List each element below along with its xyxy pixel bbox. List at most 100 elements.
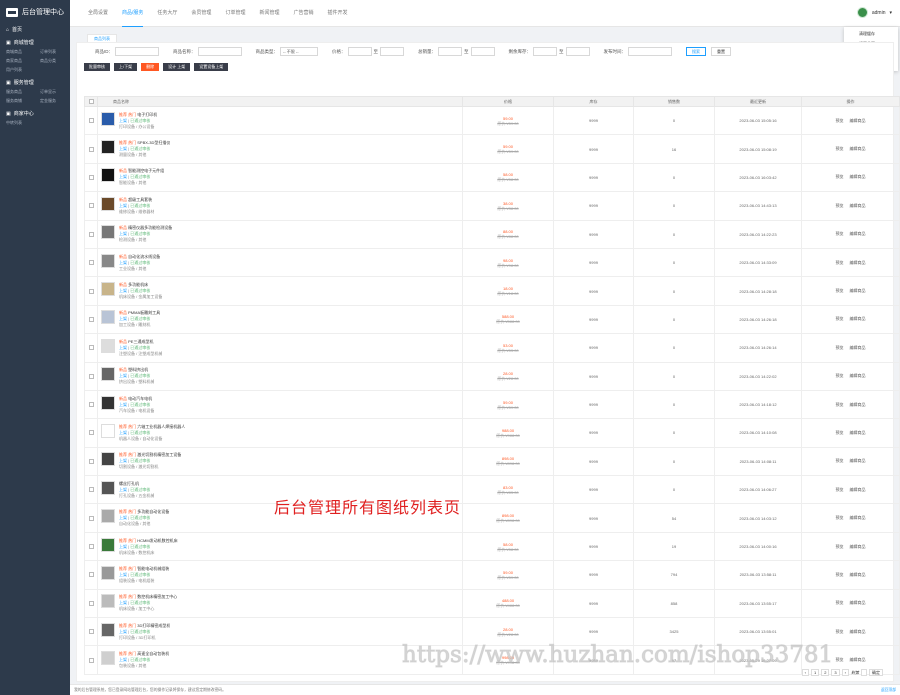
date-input[interactable]: [628, 47, 672, 56]
edit-product-link[interactable]: 编辑商品: [850, 515, 866, 520]
product-thumbnail[interactable]: [101, 395, 115, 410]
preview-link[interactable]: 预览: [836, 316, 844, 321]
row-checkbox[interactable]: [88, 203, 94, 209]
edit-product-link[interactable]: 编辑商品: [850, 174, 866, 179]
sidebar-item[interactable]: 订单列表: [40, 49, 74, 55]
row-checkbox[interactable]: [88, 458, 94, 464]
edit-product-link[interactable]: 编辑商品: [850, 146, 866, 151]
edit-product-link[interactable]: 编辑商品: [850, 373, 866, 378]
action-button[interactable]: 删除: [141, 62, 160, 71]
product-title[interactable]: 超级工具套装: [128, 197, 152, 202]
action-button[interactable]: 设置设备上架: [194, 62, 229, 71]
edit-product-link[interactable]: 编辑商品: [850, 231, 866, 236]
product-title[interactable]: 激光切割机精密加工设备: [137, 452, 181, 457]
sidebar-item[interactable]: 用户列表: [6, 67, 40, 73]
product-title[interactable]: 多功能自动化设备: [137, 509, 169, 514]
preview-link[interactable]: 预览: [836, 231, 844, 236]
preview-link[interactable]: 预览: [836, 544, 844, 549]
row-checkbox[interactable]: [88, 174, 94, 180]
product-thumbnail[interactable]: [101, 480, 115, 495]
product-thumbnail[interactable]: [101, 537, 115, 552]
preview-link[interactable]: 预览: [836, 572, 844, 577]
back-to-top-link[interactable]: 返回顶部: [881, 688, 896, 693]
product-thumbnail[interactable]: [101, 423, 115, 438]
row-checkbox[interactable]: [88, 629, 94, 635]
sidebar-item-home[interactable]: ⌂ 首页: [0, 24, 70, 35]
product-thumbnail[interactable]: [101, 282, 115, 297]
product-title[interactable]: 高速全自动包装机: [137, 651, 169, 656]
edit-product-link[interactable]: 编辑商品: [850, 345, 866, 350]
preview-link[interactable]: 预览: [836, 458, 844, 463]
preview-link[interactable]: 预览: [836, 402, 844, 407]
product-title[interactable]: 多功能机床: [128, 282, 148, 287]
preview-link[interactable]: 预览: [836, 174, 844, 179]
row-checkbox[interactable]: [88, 373, 94, 379]
preview-link[interactable]: 预览: [836, 345, 844, 350]
row-checkbox[interactable]: [88, 600, 94, 606]
price-max-input[interactable]: [380, 47, 404, 56]
reset-button[interactable]: 重置: [711, 47, 731, 56]
search-button[interactable]: 搜索: [686, 47, 706, 56]
confirm-page-button[interactable]: 确定: [869, 669, 883, 676]
row-checkbox[interactable]: [88, 118, 94, 124]
product-title[interactable]: 智能电动机械组装: [137, 566, 169, 571]
edit-product-link[interactable]: 编辑商品: [850, 118, 866, 123]
product-title[interactable]: 智能测控电子元件组: [128, 168, 164, 173]
product-type-select[interactable]: -- 不限 --: [280, 47, 318, 56]
edit-product-link[interactable]: 编辑商品: [850, 402, 866, 407]
product-title[interactable]: 螺丝打孔机: [119, 481, 139, 486]
page-number[interactable]: 2: [821, 669, 830, 676]
preview-link[interactable]: 预览: [836, 118, 844, 123]
product-title[interactable]: 数控机床精密加工中心: [137, 594, 177, 599]
top-nav-item[interactable]: 任务大厅: [157, 0, 177, 27]
edit-product-link[interactable]: 编辑商品: [850, 572, 866, 577]
edit-product-link[interactable]: 编辑商品: [850, 487, 866, 492]
product-title[interactable]: 自动化流水线设备: [128, 254, 160, 259]
preview-link[interactable]: 预览: [836, 629, 844, 634]
product-thumbnail[interactable]: [101, 310, 115, 325]
price-min-input[interactable]: [347, 47, 372, 56]
product-title[interactable]: 电动汽车电机: [128, 396, 152, 401]
row-checkbox[interactable]: [88, 260, 94, 266]
edit-product-link[interactable]: 编辑商品: [850, 458, 866, 463]
sidebar-item[interactable]: 中转列表: [6, 120, 40, 126]
preview-link[interactable]: 预览: [836, 657, 844, 662]
top-nav-item[interactable]: 会员管理: [191, 0, 211, 27]
sales-min-input[interactable]: [438, 47, 462, 56]
top-nav-item[interactable]: 商品/服务: [122, 0, 144, 27]
action-button[interactable]: 上/下架: [114, 62, 138, 71]
select-all-checkbox[interactable]: [88, 99, 94, 104]
product-thumbnail[interactable]: [101, 594, 115, 609]
app-logo[interactable]: 后台管理中心: [0, 0, 70, 24]
action-button[interactable]: 设计 上架: [163, 62, 191, 71]
stock-max-input[interactable]: [565, 47, 590, 56]
preview-link[interactable]: 预览: [836, 600, 844, 605]
product-title[interactable]: 3D打印精密成型机: [137, 623, 170, 628]
stock-min-input[interactable]: [533, 47, 557, 56]
product-title[interactable]: PMMA板雕刻工具: [128, 310, 160, 315]
preview-link[interactable]: 预览: [836, 487, 844, 492]
sidebar-group-title[interactable]: ▣ 商家中心: [0, 109, 70, 118]
preview-link[interactable]: 预览: [836, 430, 844, 435]
preview-link[interactable]: 预览: [836, 260, 844, 265]
product-thumbnail[interactable]: [101, 253, 115, 268]
sidebar-item[interactable]: 商品分类: [40, 58, 74, 64]
product-id-input[interactable]: [115, 47, 159, 56]
preview-link[interactable]: 预览: [836, 373, 844, 378]
product-thumbnail[interactable]: [101, 338, 115, 353]
product-thumbnail[interactable]: [101, 168, 115, 183]
preview-link[interactable]: 预览: [836, 203, 844, 208]
row-checkbox[interactable]: [88, 231, 94, 237]
product-title[interactable]: 电子打印机: [137, 112, 157, 117]
row-checkbox[interactable]: [88, 430, 94, 436]
row-checkbox[interactable]: [88, 657, 94, 663]
edit-product-link[interactable]: 编辑商品: [850, 544, 866, 549]
sidebar-group-title[interactable]: ▣ 商城管理: [0, 38, 70, 47]
sidebar-item[interactable]: 商城商品: [6, 49, 40, 55]
row-checkbox[interactable]: [88, 515, 94, 521]
product-title[interactable]: 塑料挤出机: [128, 367, 148, 372]
top-nav-item[interactable]: 广告营销: [293, 0, 313, 27]
sidebar-item[interactable]: 商家商品: [6, 58, 40, 64]
row-checkbox[interactable]: [88, 544, 94, 550]
product-title[interactable]: SPBX-3D型扫描仪: [137, 140, 170, 145]
